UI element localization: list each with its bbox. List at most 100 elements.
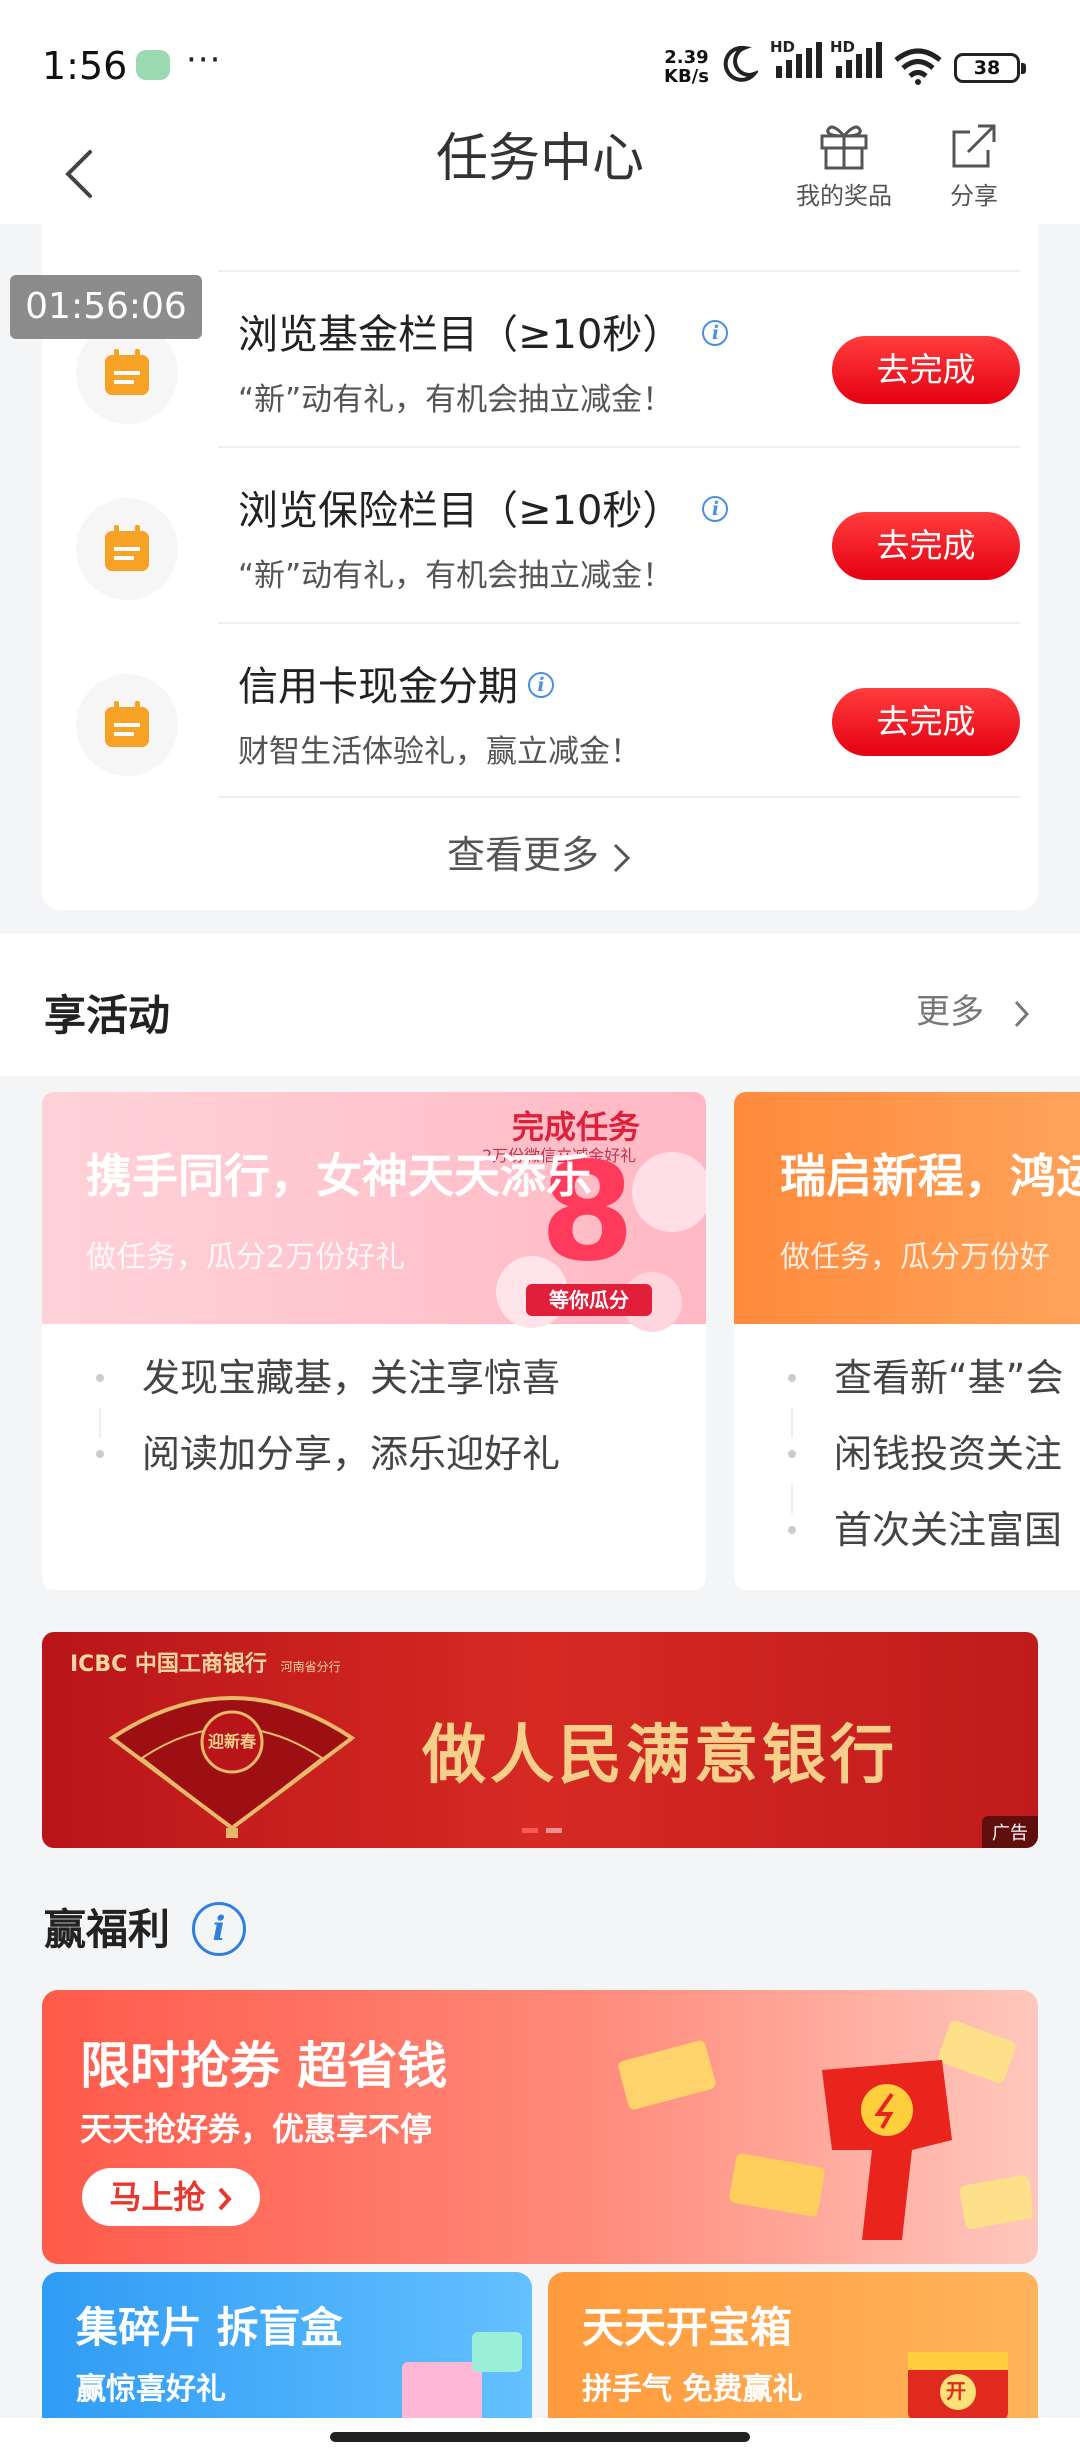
info-icon[interactable]: i [528, 672, 554, 698]
task-title-text: 信用卡现金分期 [238, 664, 518, 710]
battery-indicator: 38 [954, 53, 1026, 83]
grab-coupon-label: 马上抢 [109, 2178, 206, 2216]
info-icon[interactable]: i [702, 320, 729, 346]
activity-item: 闲钱投资关注 [734, 1408, 1080, 1494]
banner-subtitle: 做任务，瓜分2万份好礼 [86, 1240, 406, 1275]
activity-card[interactable]: 瑞启新程，鸿运 做任务，瓜分万份好 查看新“基”会 闲钱投资关注 首次关注富国 [734, 1092, 1080, 1590]
coupon-promo-banner[interactable]: 限时抢券 超省钱 天天抢好券，优惠享不停 马上抢 [42, 1990, 1038, 2264]
banner-title: 携手同行，女神天天添乐 [86, 1149, 592, 1203]
share-label: 分享 [950, 182, 998, 210]
icbc-logo-text: ICBC 中国工商银行 [70, 1652, 267, 1677]
network-speed-unit: KB/s [664, 66, 709, 87]
treasure-chest-promo[interactable]: 开 天天开宝箱 拼手气 免费赢礼 [548, 2272, 1038, 2422]
signal-1-icon: HD [770, 38, 830, 84]
fan-text: 迎新春 [208, 1732, 257, 1751]
home-indicator[interactable] [330, 2432, 750, 2442]
network-speed-value: 2.39 [664, 47, 709, 68]
folding-fan-icon [108, 1696, 356, 1838]
task-subtitle: “新”动有礼，有机会抽立减金！ [238, 382, 674, 418]
promo-title: 限时抢券 超省钱 [80, 2037, 448, 2095]
task-title: 信用卡现金分期 i [238, 654, 554, 712]
task-row: 信用卡现金分期 i 财智生活体验礼，赢立减金！ 去完成 [42, 622, 1038, 796]
signal-1-label: HD [770, 38, 796, 56]
signal-2-label: HD [830, 38, 856, 56]
promo-title: 天天开宝箱 [582, 2303, 793, 2352]
divider [218, 622, 1020, 624]
moon-icon [723, 45, 758, 82]
calendar-icon [76, 498, 178, 600]
nav-bar: 任务中心 我的奖品 分享 [0, 124, 1080, 224]
status-bar: 1:56 ··· 2.39 KB/s HD HD 38 [0, 0, 1080, 130]
activity-items: 发现宝藏基，关注享惊喜 阅读加分享，添乐迎好礼 [42, 1342, 706, 1494]
ad-slogan: 做人民满意银行 [422, 1718, 898, 1793]
gift-box-icon [402, 2332, 522, 2422]
promo-subtitle: 天天抢好券，优惠享不停 [80, 2110, 433, 2148]
grab-coupon-button[interactable]: 马上抢 [82, 2168, 260, 2226]
task-row: 浏览保险栏目（≥10秒） i “新”动有礼，有机会抽立减金！ 去完成 [42, 446, 1038, 620]
activity-item: 阅读加分享，添乐迎好礼 [42, 1408, 706, 1494]
my-prizes-button[interactable]: 我的奖品 [784, 120, 904, 211]
chevron-right-icon [613, 843, 631, 872]
money-gun-icon [618, 2021, 1032, 2240]
share-button[interactable]: 分享 [914, 120, 1034, 211]
network-speed: 2.39 KB/s [664, 48, 709, 86]
signal-2-icon: HD [830, 38, 890, 84]
blind-box-promo[interactable]: 集碎片 拆盲盒 赢惊喜好礼 [42, 2272, 532, 2422]
activity-item: 首次关注富国 [734, 1484, 1080, 1570]
task-title: 浏览保险栏目（≥10秒） i [238, 478, 729, 536]
activity-item: 查看新“基”会 [734, 1342, 1080, 1418]
activity-item: 发现宝藏基，关注享惊喜 [42, 1342, 706, 1418]
view-more-link[interactable]: 查看更多 [42, 824, 1038, 879]
welfare-title: 赢福利 i [44, 1896, 247, 1960]
ad-tag: 广告 [982, 1816, 1038, 1848]
activity-items: 查看新“基”会 闲钱投资关注 首次关注富国 [734, 1342, 1080, 1570]
carousel-indicator [518, 1818, 566, 1837]
timer-overlay: 01:56:06 [10, 275, 202, 339]
chevron-right-icon [218, 2187, 232, 2211]
activities-header: 享活动 更多 [0, 934, 1080, 1076]
more-notifications-icon: ··· [186, 40, 222, 80]
task-subtitle: 财智生活体验礼，赢立减金！ [238, 734, 641, 770]
section-title: 赢福利 [44, 1905, 171, 1954]
complete-task-button[interactable]: 去完成 [832, 512, 1020, 580]
task-title: 浏览基金栏目（≥10秒） i [238, 302, 729, 360]
status-time: 1:56 [42, 44, 128, 88]
banner-subtitle: 做任务，瓜分万份好 [780, 1240, 1050, 1275]
wechat-notification-icon [136, 50, 170, 80]
chevron-right-icon [1014, 1000, 1029, 1027]
info-icon[interactable]: i [192, 1901, 247, 1956]
back-arrow-icon[interactable] [56, 140, 104, 210]
task-subtitle: “新”动有礼，有机会抽立减金！ [238, 558, 674, 594]
gesture-bar [0, 2418, 1080, 2460]
activities-more-link[interactable]: 更多 [916, 984, 1031, 1033]
gift-icon [820, 125, 868, 170]
ad-banner[interactable]: ICBC 中国工商银行 河南省分行 迎新春 做人民满意银行 广告 [42, 1632, 1038, 1848]
section-title: 享活动 [44, 991, 171, 1040]
activity-card[interactable]: 完成任务 2万份微信立减金好礼 8 等你瓜分 携手同行，女神天天添乐 做任务，瓜… [42, 1092, 706, 1590]
complete-task-button[interactable]: 去完成 [832, 336, 1020, 404]
promo-title: 集碎片 拆盲盒 [76, 2303, 343, 2352]
wifi-icon [894, 48, 942, 85]
promo-subtitle: 赢惊喜好礼 [76, 2372, 226, 2407]
activity-banner: 瑞启新程，鸿运 做任务，瓜分万份好 [734, 1092, 1080, 1324]
info-icon[interactable]: i [702, 496, 729, 522]
task-title-text: 浏览保险栏目（≥10秒） [238, 488, 683, 534]
activity-banner: 完成任务 2万份微信立减金好礼 8 等你瓜分 携手同行，女神天天添乐 做任务，瓜… [42, 1092, 706, 1332]
icbc-branch: 河南省分行 [280, 1660, 341, 1674]
badge-button: 等你瓜分 [526, 1284, 652, 1316]
my-prizes-label: 我的奖品 [796, 182, 892, 210]
task-title-text: 浏览基金栏目（≥10秒） [238, 312, 683, 358]
promo-subtitle: 拼手气 免费赢礼 [582, 2372, 803, 2407]
divider [218, 796, 1020, 798]
chest-text: 开 [946, 2379, 966, 2403]
activities-more-label: 更多 [916, 992, 984, 1032]
calendar-icon [76, 674, 178, 776]
divider [218, 270, 1020, 272]
share-icon [952, 124, 996, 168]
icbc-logo: ICBC 中国工商银行 河南省分行 [70, 1646, 341, 1678]
treasure-chest-icon [908, 2352, 1008, 2422]
divider [218, 446, 1020, 448]
complete-task-button[interactable]: 去完成 [832, 688, 1020, 756]
banner-title: 瑞启新程，鸿运 [780, 1149, 1080, 1203]
view-more-label: 查看更多 [446, 833, 599, 877]
